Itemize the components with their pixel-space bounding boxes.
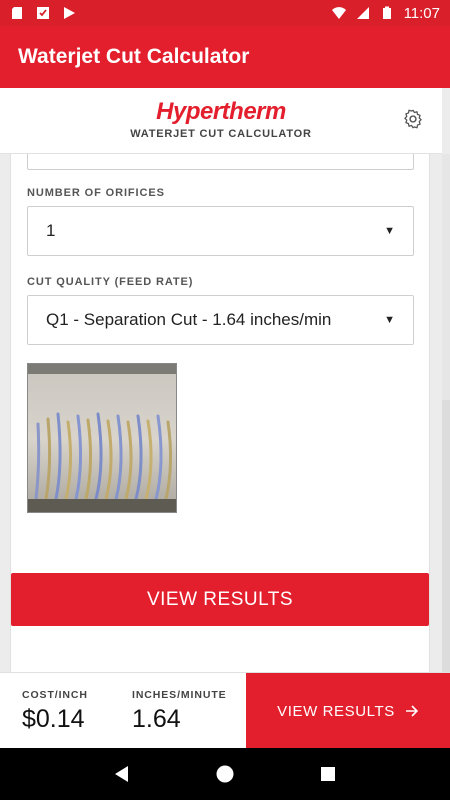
brand-subtitle: WATERJET CUT CALCULATOR [130,128,312,140]
status-bar: 11:07 [0,0,450,26]
pressure-field[interactable]: 20000 psi [27,154,414,170]
chevron-down-icon: ▼ [384,225,395,237]
wifi-icon [331,7,346,19]
orifices-label: NUMBER OF ORIFICES [27,187,165,199]
orifices-select[interactable]: 1 ▼ [27,206,414,256]
cost-label: COST/INCH [22,689,88,701]
inches-per-minute-stat: INCHES/MINUTE 1.64 [132,689,227,734]
view-results-bar-button[interactable]: VIEW RESULTS [246,673,450,749]
gear-icon[interactable] [402,108,424,130]
back-icon[interactable] [112,764,132,784]
view-results-button[interactable]: VIEW RESULTS [11,573,429,626]
recents-icon[interactable] [318,764,338,784]
cost-value: $0.14 [22,705,85,733]
cut-quality-image [27,363,177,513]
cut-quality-value: Q1 - Separation Cut - 1.64 inches/min [46,310,332,329]
ipm-label: INCHES/MINUTE [132,689,227,701]
view-results-bar-label: VIEW RESULTS [277,702,395,720]
status-time: 11:07 [403,4,440,22]
pressure-value: 20000 [46,154,93,155]
hypertherm-logo: Hypertherm [156,98,286,125]
app-title: Waterjet Cut Calculator [18,45,250,68]
ipm-value: 1.64 [132,705,181,733]
sd-card-icon [12,7,22,19]
results-summary-bar: COST/INCH $0.14 INCHES/MINUTE 1.64 VIEW … [0,672,450,749]
cut-quality-label: CUT QUALITY (FEED RATE) [27,276,194,288]
chevron-down-icon: ▼ [384,314,395,326]
scrollbar-thumb[interactable] [442,400,450,672]
system-nav-bar [0,748,450,800]
brand-header: Hypertherm WATERJET CUT CALCULATOR [0,88,442,154]
app-bar: Waterjet Cut Calculator [0,26,450,88]
cut-quality-select[interactable]: Q1 - Separation Cut - 1.64 inches/min ▼ [27,295,414,345]
play-store-icon [37,7,49,19]
cost-per-inch-stat: COST/INCH $0.14 [22,689,88,734]
arrow-right-icon [405,705,419,717]
play-icon [64,7,75,19]
battery-icon [382,6,391,19]
home-icon[interactable] [215,764,235,784]
orifices-value: 1 [46,221,56,240]
signal-icon [356,7,369,19]
